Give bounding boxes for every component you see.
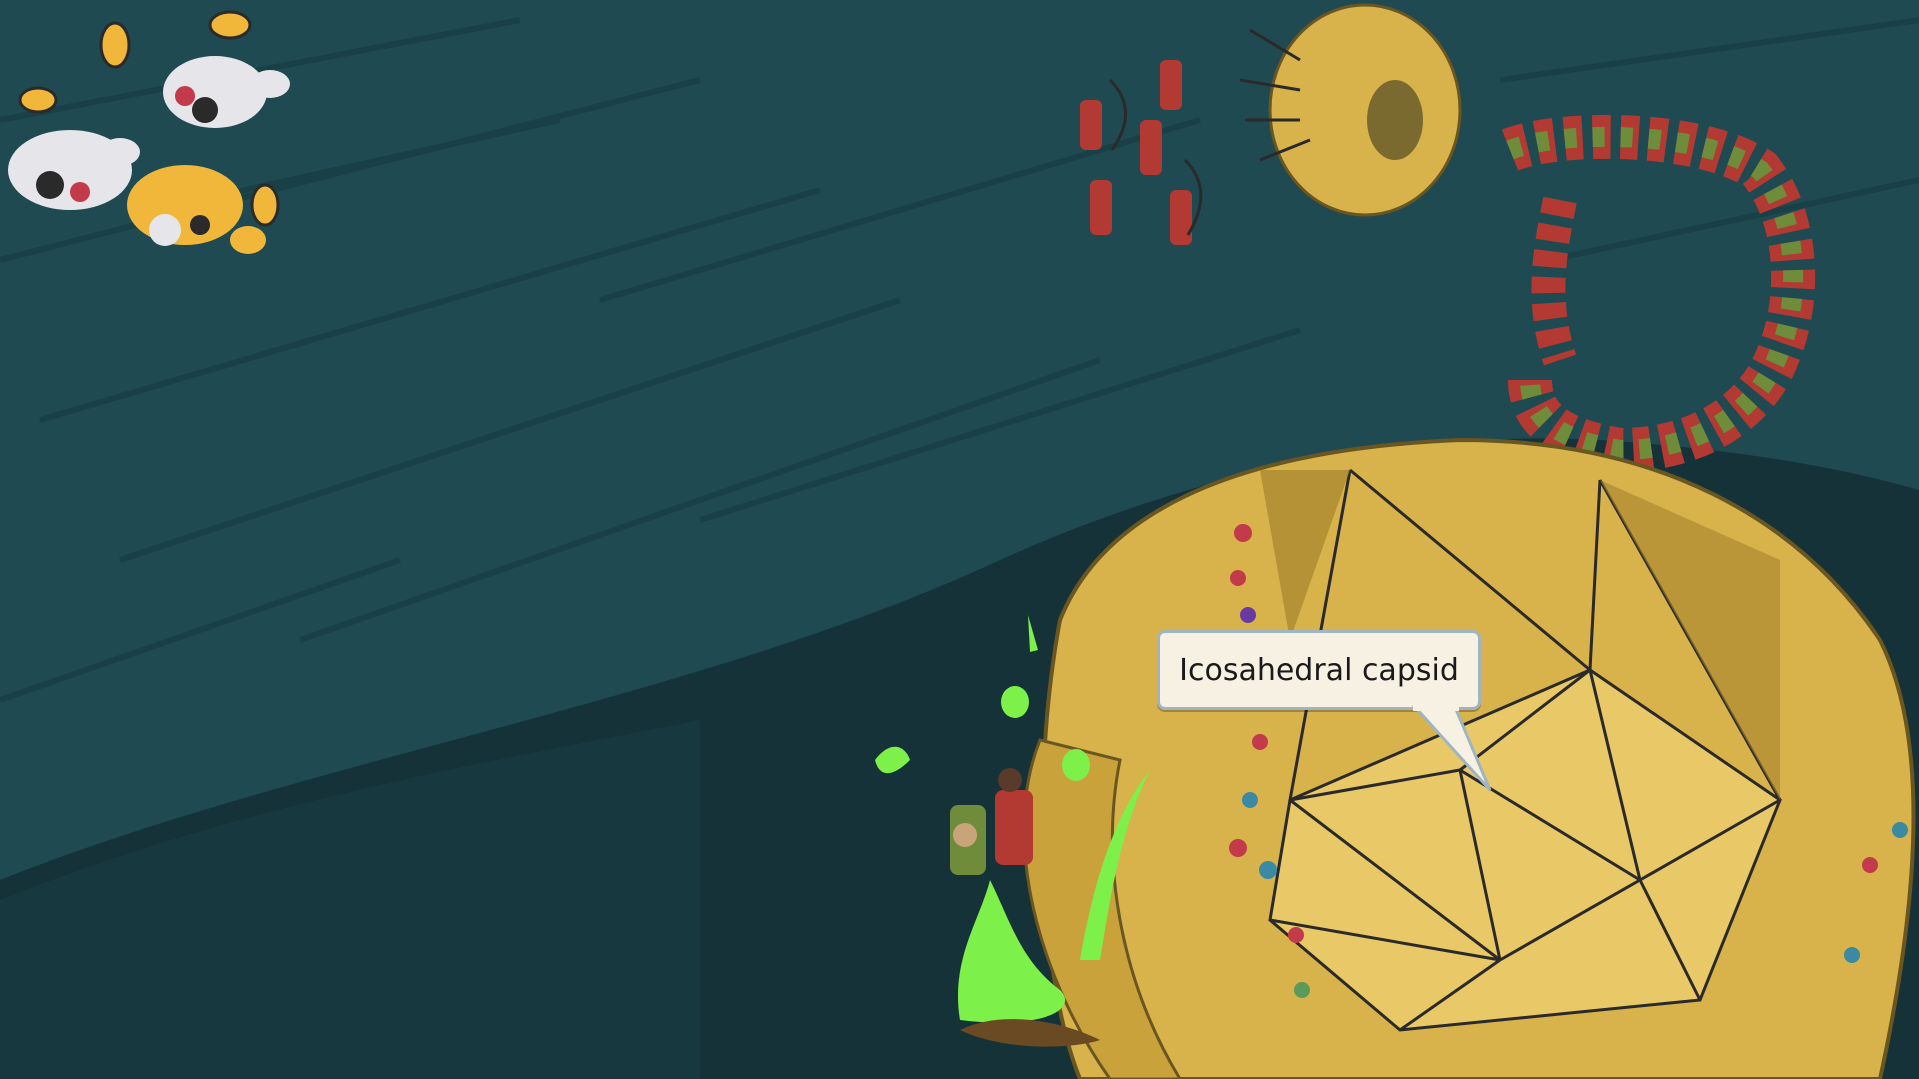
capsid-callout-label: Icosahedral capsid	[1157, 630, 1481, 710]
bee	[99, 21, 131, 69]
bee	[18, 86, 58, 114]
cartoon-scene	[0, 0, 1919, 1079]
bee	[208, 10, 252, 40]
cow-yellow	[127, 165, 243, 245]
callout-pointer	[1411, 705, 1492, 792]
capsid-callout-text: Icosahedral capsid	[1179, 652, 1459, 688]
bee	[250, 183, 280, 227]
